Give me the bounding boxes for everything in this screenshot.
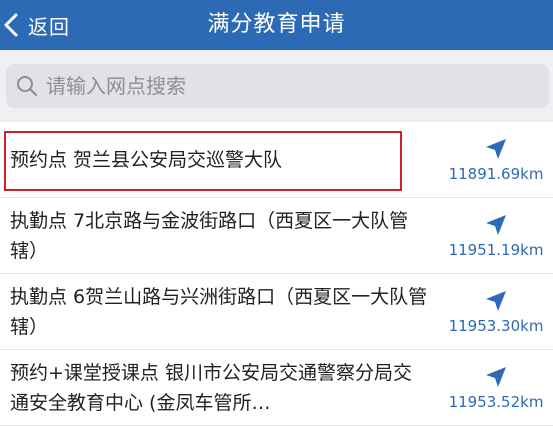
list-item[interactable]: 预约+课堂授课点 银川市公安局交通警察分局交通安全教育中心 (金凤车管所… 11…: [0, 350, 553, 426]
list-item[interactable]: 预约点 贺兰县公安局交巡警大队 11891.69km: [0, 122, 553, 198]
search-icon: [17, 76, 38, 97]
item-name: 执勤点 6贺兰山路与兴洲街路口（西夏区一大队管辖）: [10, 285, 428, 338]
item-distance: 11891.69km: [448, 164, 544, 183]
navigation-arrow-icon: [486, 290, 506, 311]
navigation-arrow-icon: [486, 138, 506, 159]
item-distance: 11951.19km: [448, 240, 544, 259]
item-distance: 11953.52km: [448, 392, 544, 411]
item-name: 预约点 贺兰县公安局交巡警大队: [10, 148, 283, 171]
location-list: 预约点 贺兰县公安局交巡警大队 11891.69km 执勤点 7北京路与金波街路…: [0, 122, 553, 426]
search-box[interactable]: [6, 64, 549, 108]
search-input[interactable]: [46, 74, 549, 98]
item-name: 执勤点 7北京路与金波街路口（西夏区一大队管辖）: [10, 209, 409, 262]
list-item[interactable]: 执勤点 6贺兰山路与兴洲街路口（西夏区一大队管辖） 11953.30km: [0, 274, 553, 350]
navigation-arrow-icon: [486, 366, 506, 387]
navigation-arrow-icon: [486, 214, 506, 235]
navigate-button[interactable]: 11953.30km: [441, 274, 551, 349]
navigate-button[interactable]: 11953.52km: [441, 350, 551, 425]
item-name: 预约+课堂授课点 银川市公安局交通警察分局交通安全教育中心 (金凤车管所…: [10, 361, 412, 414]
search-bar: [0, 50, 553, 122]
nav-bar: 返回 满分教育申请: [0, 0, 553, 50]
list-item[interactable]: 执勤点 7北京路与金波街路口（西夏区一大队管辖） 11951.19km: [0, 198, 553, 274]
navigate-button[interactable]: 11891.69km: [441, 122, 551, 197]
navigate-button[interactable]: 11951.19km: [441, 198, 551, 273]
page-title: 满分教育申请: [207, 12, 346, 37]
item-distance: 11953.30km: [448, 316, 544, 335]
